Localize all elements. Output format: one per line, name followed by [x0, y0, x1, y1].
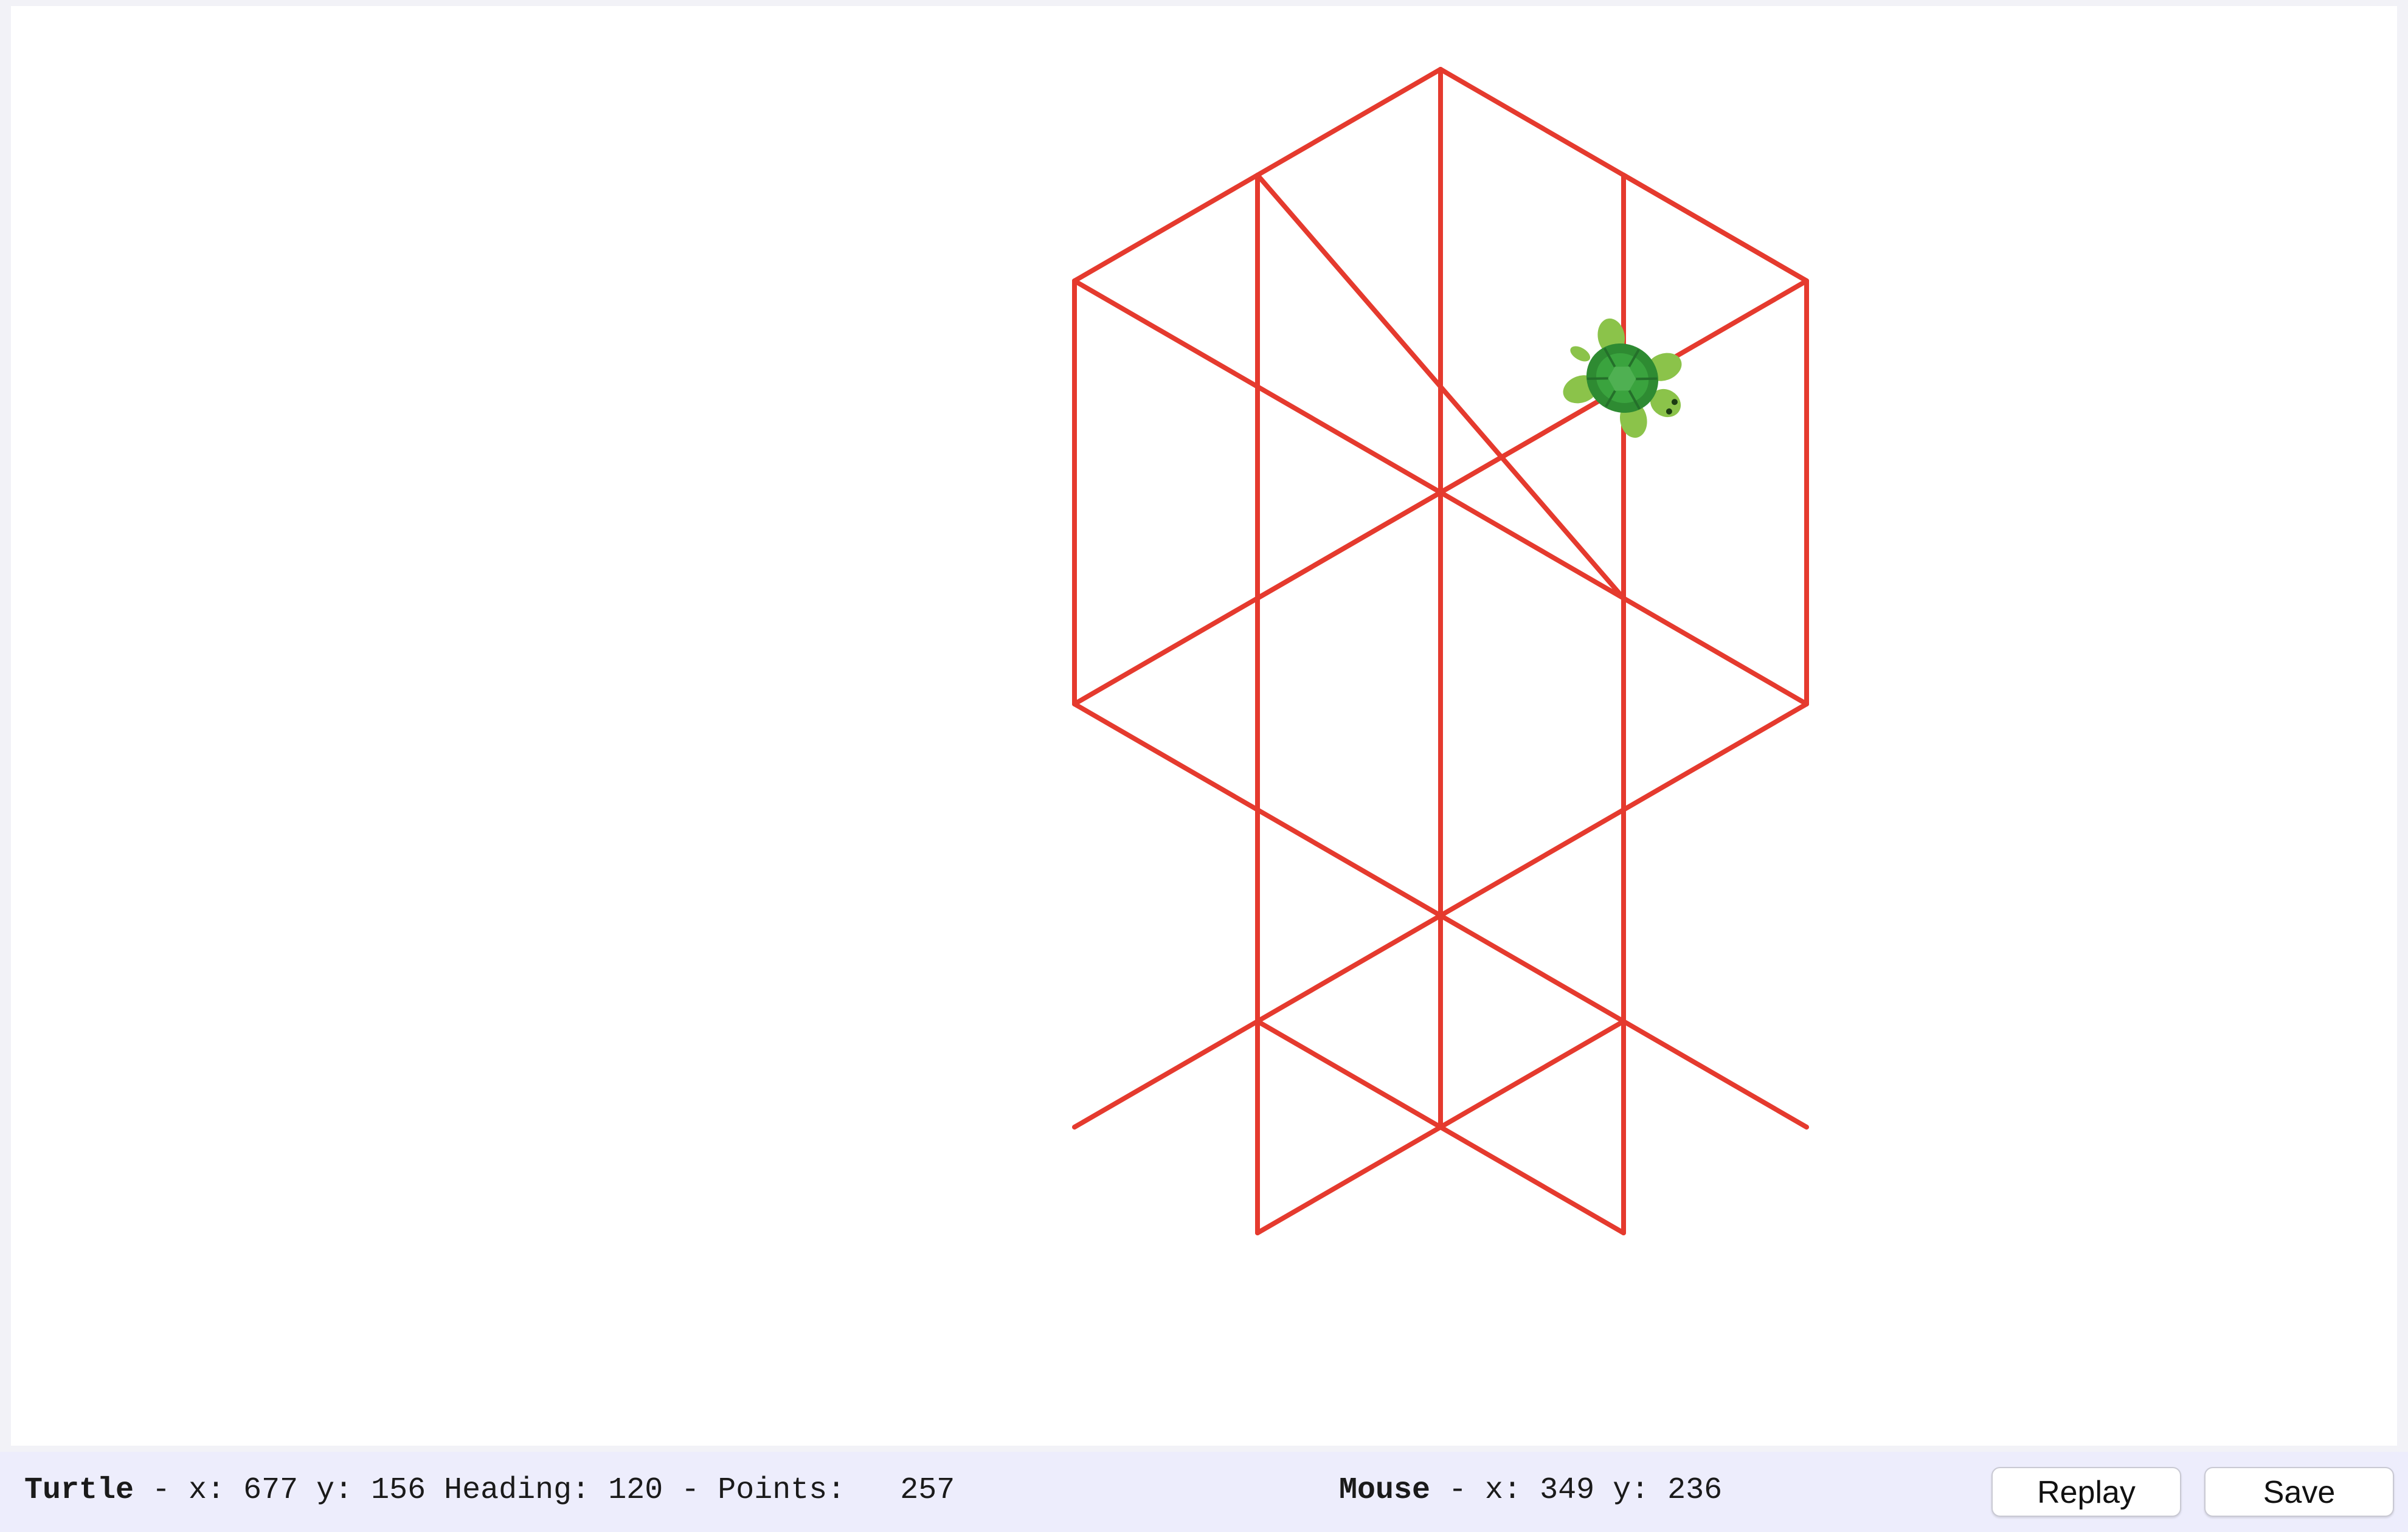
mouse-x-value: 349 — [1540, 1473, 1595, 1508]
replay-button[interactable]: Replay — [1991, 1467, 2181, 1517]
turtle-y-label: y: — [298, 1473, 372, 1508]
mouse-y-value: 236 — [1667, 1473, 1723, 1508]
mouse-x-label: - x: — [1430, 1473, 1540, 1508]
mouse-label: Mouse — [1339, 1473, 1431, 1508]
turtle-x-value: 677 — [243, 1473, 299, 1508]
heading-label: Heading: — [426, 1473, 609, 1508]
turtle-y-value: 156 — [371, 1473, 426, 1508]
save-button[interactable]: Save — [2204, 1467, 2394, 1517]
pen-lines — [1072, 67, 1809, 1235]
heading-value: 120 — [608, 1473, 663, 1508]
turtle-status: Turtle - x: 677 y: 156 Heading: 120 - Po… — [24, 1452, 955, 1532]
mouse-y-label: y: — [1594, 1473, 1668, 1508]
points-value: 257 — [900, 1473, 955, 1508]
pen-line — [1621, 173, 1809, 283]
turtle-label: Turtle — [24, 1473, 134, 1508]
mouse-status: Mouse - x: 349 y: 236 — [1339, 1452, 1722, 1532]
turtle-x-label: - x: — [134, 1473, 244, 1508]
turtle-drawing — [1072, 67, 1809, 1235]
points-label: - Points: — [663, 1473, 901, 1508]
drawing-canvas[interactable] — [11, 6, 2397, 1446]
turtle-app-window: Turtle - x: 677 y: 156 Heading: 120 - Po… — [0, 0, 2408, 1532]
